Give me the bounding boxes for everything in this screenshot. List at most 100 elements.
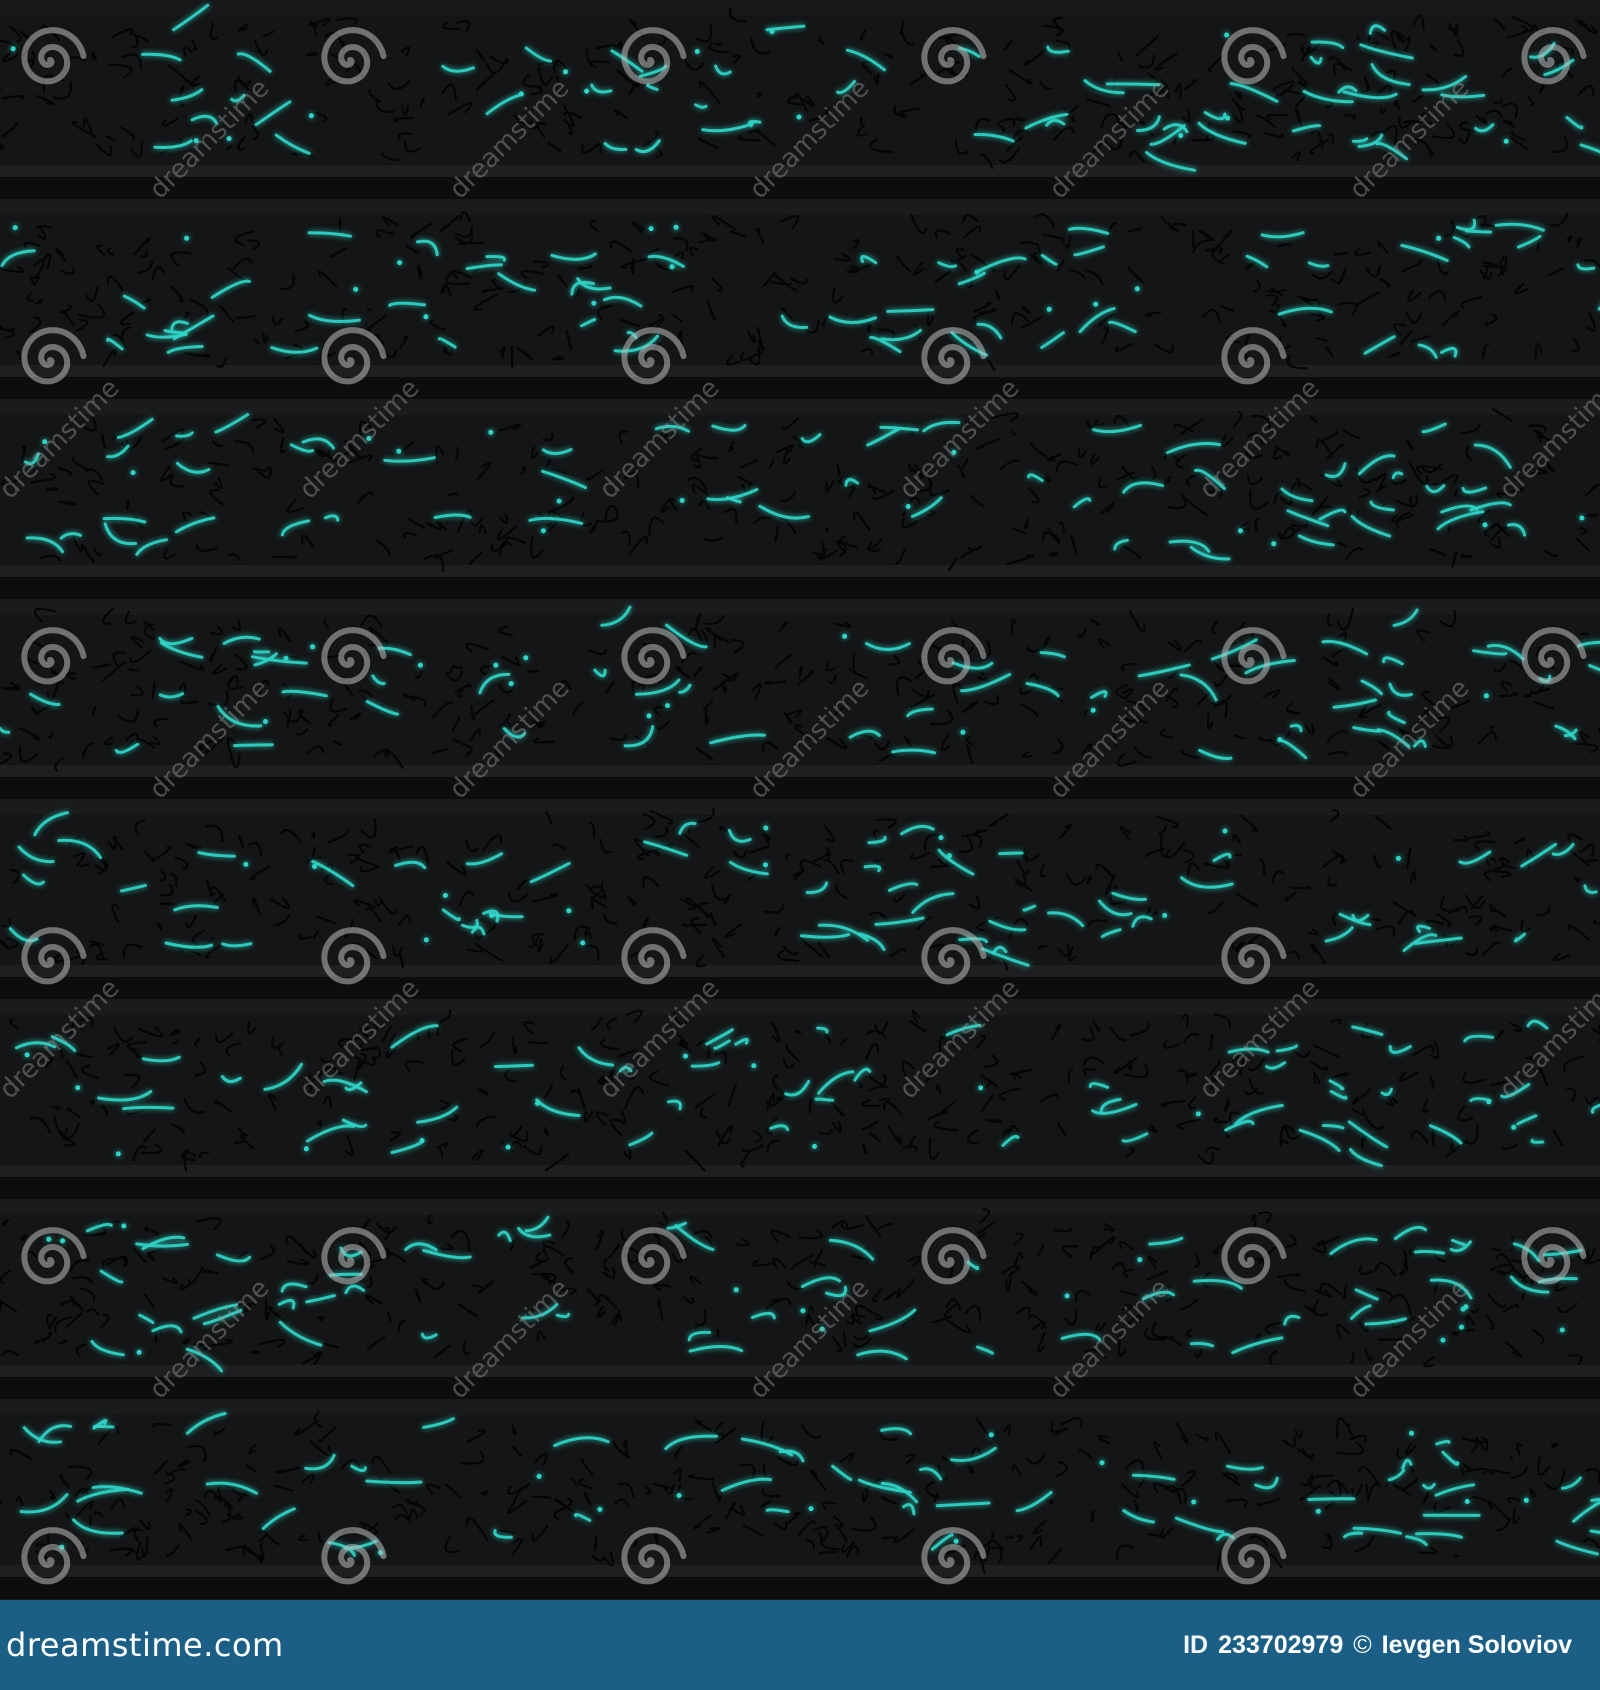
scribble-mark [969, 1468, 974, 1474]
teal-dot [584, 88, 590, 94]
separator-band [0, 577, 1600, 599]
teal-dot [303, 1146, 309, 1152]
teal-dot [1503, 138, 1509, 144]
teal-dot [1093, 301, 1099, 307]
teal-dot [808, 1506, 814, 1512]
teal-dot [1099, 1460, 1105, 1466]
separator-band [0, 377, 1600, 399]
teal-dot [566, 908, 572, 914]
teal-dot [1178, 133, 1184, 139]
teal-dot [1395, 855, 1401, 861]
teal-dot [1483, 693, 1489, 699]
teal-dot [1482, 522, 1488, 528]
teal-dot [46, 1236, 52, 1242]
teal-dot [751, 1063, 757, 1069]
teal-stroke [1413, 1250, 1445, 1255]
teal-dot [953, 1538, 959, 1544]
scribble-mark [88, 1514, 92, 1527]
teal-dot [353, 286, 359, 292]
separator-band [0, 965, 1600, 977]
scribble-mark [50, 1105, 61, 1110]
teal-dot [310, 644, 316, 650]
separator-band [0, 399, 1600, 415]
teal-dot [938, 835, 944, 841]
scribble-mark [1192, 230, 1195, 248]
textured-band [0, 215, 1600, 365]
teal-dot [1523, 1497, 1529, 1503]
pattern-svg: dreamstime dreamstime dreamstime dreamstime… [0, 3, 1600, 1600]
separator-band [0, 1165, 1600, 1177]
teal-dot [1162, 913, 1168, 918]
teal-dot [1277, 737, 1283, 743]
separator-band [0, 1199, 1600, 1215]
teal-dot [591, 300, 597, 306]
teal-dot [184, 235, 190, 241]
scribble-mark [860, 117, 863, 126]
separator-band [0, 1565, 1600, 1577]
teal-dot [960, 729, 966, 735]
separator-band [0, 977, 1600, 999]
teal-dot [669, 264, 675, 270]
teal-dot [115, 1151, 121, 1157]
teal-dot [1440, 1337, 1446, 1343]
scribble-mark [0, 1300, 3, 1312]
scribble-mark [45, 487, 59, 491]
teal-dot [12, 225, 18, 231]
teal-dot [130, 470, 136, 476]
scribble-mark [126, 499, 130, 510]
teal-dot [1559, 1327, 1565, 1333]
image-id: 233702979 [1218, 1630, 1344, 1659]
teal-dot [312, 864, 317, 869]
teal-dot [988, 1432, 994, 1438]
teal-dot [580, 940, 586, 946]
separator-band [0, 365, 1600, 377]
scribble-mark [593, 1535, 598, 1552]
teal-dot [679, 498, 685, 503]
teal-dot [417, 662, 423, 668]
teal-dot [1511, 1124, 1517, 1130]
teal-dot [974, 269, 980, 275]
id-label: ID [1183, 1630, 1209, 1659]
teal-dot [263, 719, 268, 724]
teal-dot [946, 853, 952, 859]
scribble-mark [825, 526, 829, 533]
teal-dot [800, 1308, 806, 1314]
teal-stroke [122, 1105, 175, 1111]
author-name: Ievgen Soloviov [1381, 1630, 1572, 1659]
teal-dot [442, 893, 448, 898]
teal-dot [505, 1144, 511, 1150]
scribble-mark [128, 668, 140, 672]
scribble-mark [713, 42, 723, 46]
teal-dot [136, 1349, 142, 1355]
teal-dot [646, 713, 652, 719]
teal-dot [1064, 1293, 1070, 1299]
teal-dot [540, 528, 546, 534]
teal-dot [683, 1053, 688, 1059]
teal-dot [283, 655, 289, 661]
teal-dot [535, 1100, 540, 1106]
teal-dot [763, 825, 769, 831]
separator-band [0, 1577, 1600, 1599]
stock-image-page: dreamstime dreamstime dreamstime dreamstime… [0, 0, 1600, 1690]
teal-stroke [233, 743, 274, 748]
teal-dot [75, 1085, 81, 1091]
teal-dot [648, 226, 654, 232]
teal-dot [308, 113, 314, 119]
teal-dot [1046, 306, 1052, 312]
teal-dot [423, 937, 429, 943]
teal-dot [493, 662, 499, 668]
brand-name[interactable]: dreamstime.com [6, 1626, 284, 1664]
teal-dot [508, 681, 514, 687]
teal-dot [397, 260, 403, 266]
teal-dot [536, 1473, 542, 1479]
scribble-mark [1453, 1554, 1460, 1558]
teal-stroke [1464, 229, 1493, 234]
copyright-symbol: © [1353, 1630, 1372, 1659]
separator-band [0, 565, 1600, 577]
scribble-mark [1579, 632, 1589, 637]
teal-dot [10, 46, 16, 52]
teal-dot [1191, 1499, 1197, 1505]
teal-stroke [886, 308, 935, 313]
teal-dot [556, 498, 562, 504]
image-credit: ID 233702979 © Ievgen Soloviov [1183, 1631, 1572, 1660]
